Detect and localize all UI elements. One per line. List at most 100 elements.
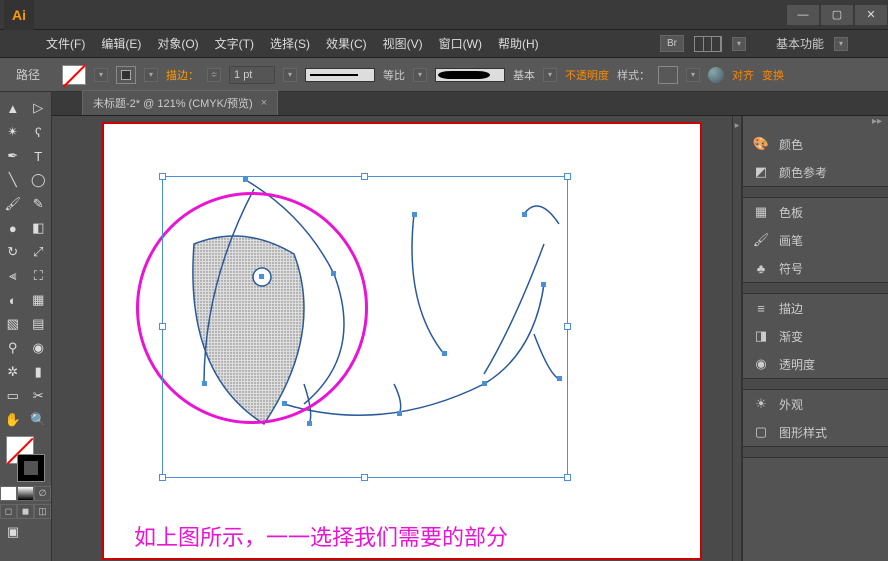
recolor-button[interactable] (708, 67, 724, 83)
selection-handle-w[interactable] (159, 323, 166, 330)
selection-handle-e[interactable] (564, 323, 571, 330)
minimize-button[interactable]: — (787, 5, 819, 25)
selection-handle-ne[interactable] (564, 173, 571, 180)
opacity-label[interactable]: 不透明度 (565, 67, 609, 83)
graph-tool[interactable]: ▮ (26, 360, 52, 384)
panels-dock: ▸▸ 🎨颜色 ◩颜色参考 ▦色板 🖌画笔 ♣符号 ≡描边 ◨渐变 ◉透明度 ☀外… (742, 116, 888, 561)
width-tool[interactable]: ⫷ (0, 264, 26, 288)
stroke-label[interactable]: 描边： (166, 67, 199, 83)
gradient-tool[interactable]: ▤ (26, 312, 52, 336)
hand-tool[interactable]: ✋ (0, 408, 26, 432)
shape-builder-tool[interactable]: ◐ (0, 288, 26, 312)
menu-view[interactable]: 视图(V) (377, 31, 429, 56)
panel-transparency[interactable]: ◉透明度 (743, 350, 888, 378)
menu-file[interactable]: 文件(F) (40, 31, 91, 56)
maximize-button[interactable]: ▢ (821, 5, 853, 25)
selection-handle-nw[interactable] (159, 173, 166, 180)
stroke-weight-field[interactable]: 1 pt (229, 66, 275, 84)
selection-handle-s[interactable] (361, 474, 368, 481)
panel-collapse-bar[interactable]: ▸ (732, 116, 742, 561)
stroke-indicator[interactable] (17, 454, 45, 482)
brushes-icon: 🖌 (753, 232, 769, 248)
canvas-area[interactable]: 如上图所示，一一选择我们需要的部分 (52, 116, 732, 561)
gradient-mode-button[interactable] (17, 486, 34, 501)
arrange-documents-button[interactable] (694, 36, 722, 52)
scale-tool[interactable]: ⤢ (26, 240, 52, 264)
artboard[interactable]: 如上图所示，一一选择我们需要的部分 (102, 122, 702, 560)
eyedropper-tool[interactable]: ⚲ (0, 336, 26, 360)
lasso-tool[interactable]: ʕ (26, 120, 52, 144)
style-dropdown[interactable]: ▾ (686, 68, 700, 82)
blob-brush-tool[interactable]: ● (0, 216, 26, 240)
graphic-style-swatch[interactable] (658, 66, 678, 84)
uniform-dropdown[interactable]: ▾ (413, 68, 427, 82)
paintbrush-tool[interactable]: 🖌 (0, 192, 26, 216)
selection-handle-n[interactable] (361, 173, 368, 180)
panel-symbols[interactable]: ♣符号 (743, 254, 888, 282)
panel-swatches[interactable]: ▦色板 (743, 198, 888, 226)
panel-appearance[interactable]: ☀外观 (743, 390, 888, 418)
draw-inside-button[interactable]: ◫ (34, 504, 51, 519)
slice-tool[interactable]: ✂ (26, 384, 52, 408)
profile-dropdown[interactable]: ▾ (543, 68, 557, 82)
stroke-swatch[interactable] (116, 66, 136, 84)
menu-help[interactable]: 帮助(H) (492, 31, 545, 56)
symbol-sprayer-tool[interactable]: ✲ (0, 360, 26, 384)
document-tab-close[interactable]: × (261, 97, 267, 109)
panel-color[interactable]: 🎨颜色 (743, 130, 888, 158)
panel-brushes[interactable]: 🖌画笔 (743, 226, 888, 254)
panel-graphic-styles-label: 图形样式 (779, 424, 827, 441)
screen-mode-button[interactable]: ▣ (0, 520, 26, 544)
align-label[interactable]: 对齐 (732, 67, 754, 83)
selection-handle-se[interactable] (564, 474, 571, 481)
magic-wand-tool[interactable]: ✴ (0, 120, 26, 144)
stroke-stepper[interactable]: ≑ (207, 68, 221, 82)
line-tool[interactable]: ╲ (0, 168, 26, 192)
direct-selection-tool[interactable]: ▷ (26, 96, 52, 120)
fill-swatch[interactable] (62, 65, 86, 85)
menu-effect[interactable]: 效果(C) (320, 31, 373, 56)
pencil-tool[interactable]: ✎ (26, 192, 52, 216)
menu-edit[interactable]: 编辑(E) (95, 31, 147, 56)
width-profile-select[interactable] (305, 68, 375, 82)
free-transform-tool[interactable]: ⛶ (26, 264, 52, 288)
transform-label[interactable]: 变换 (762, 67, 784, 83)
pen-tool[interactable]: ✒ (0, 144, 26, 168)
document-tab[interactable]: 未标题-2* @ 121% (CMYK/预览) × (82, 90, 278, 115)
close-button[interactable]: ✕ (855, 5, 887, 25)
rotate-tool[interactable]: ↻ (0, 240, 26, 264)
fill-stroke-indicator[interactable] (6, 436, 45, 482)
panel-stroke[interactable]: ≡描边 (743, 294, 888, 322)
zoom-tool[interactable]: 🔍 (26, 408, 52, 432)
panel-graphic-styles[interactable]: ▢图形样式 (743, 418, 888, 446)
none-mode-button[interactable]: ∅ (34, 486, 51, 501)
mesh-tool[interactable]: ▧ (0, 312, 26, 336)
selection-handle-sw[interactable] (159, 474, 166, 481)
normal-draw-button[interactable]: ◻ (0, 504, 17, 519)
brush-select[interactable] (435, 68, 505, 82)
selection-bounding-box[interactable] (162, 176, 568, 478)
selection-tool[interactable]: ▲ (0, 96, 26, 120)
color-mode-button[interactable] (0, 486, 17, 501)
fill-dropdown[interactable]: ▾ (94, 68, 108, 82)
panel-group-collapse[interactable]: ▸▸ (743, 116, 888, 130)
panel-gradient[interactable]: ◨渐变 (743, 322, 888, 350)
artboard-tool[interactable]: ▭ (0, 384, 26, 408)
eraser-tool[interactable]: ◧ (26, 216, 52, 240)
workspace-switcher[interactable]: 基本功能 (756, 35, 824, 52)
workspace-dropdown[interactable]: ▾ (834, 37, 848, 51)
panel-color-guide[interactable]: ◩颜色参考 (743, 158, 888, 186)
stroke-dropdown[interactable]: ▾ (144, 68, 158, 82)
menu-select[interactable]: 选择(S) (264, 31, 316, 56)
draw-behind-button[interactable]: ◼ (17, 504, 34, 519)
menu-window[interactable]: 窗口(W) (433, 31, 488, 56)
stroke-weight-dropdown[interactable]: ▾ (283, 68, 297, 82)
blend-tool[interactable]: ◉ (26, 336, 52, 360)
menu-type[interactable]: 文字(T) (209, 31, 260, 56)
shape-tool[interactable]: ◯ (26, 168, 52, 192)
arrange-dropdown[interactable]: ▾ (732, 37, 746, 51)
bridge-button[interactable]: Br (660, 35, 684, 52)
type-tool[interactable]: T (26, 144, 52, 168)
perspective-tool[interactable]: ▦ (26, 288, 52, 312)
menu-object[interactable]: 对象(O) (151, 31, 204, 56)
